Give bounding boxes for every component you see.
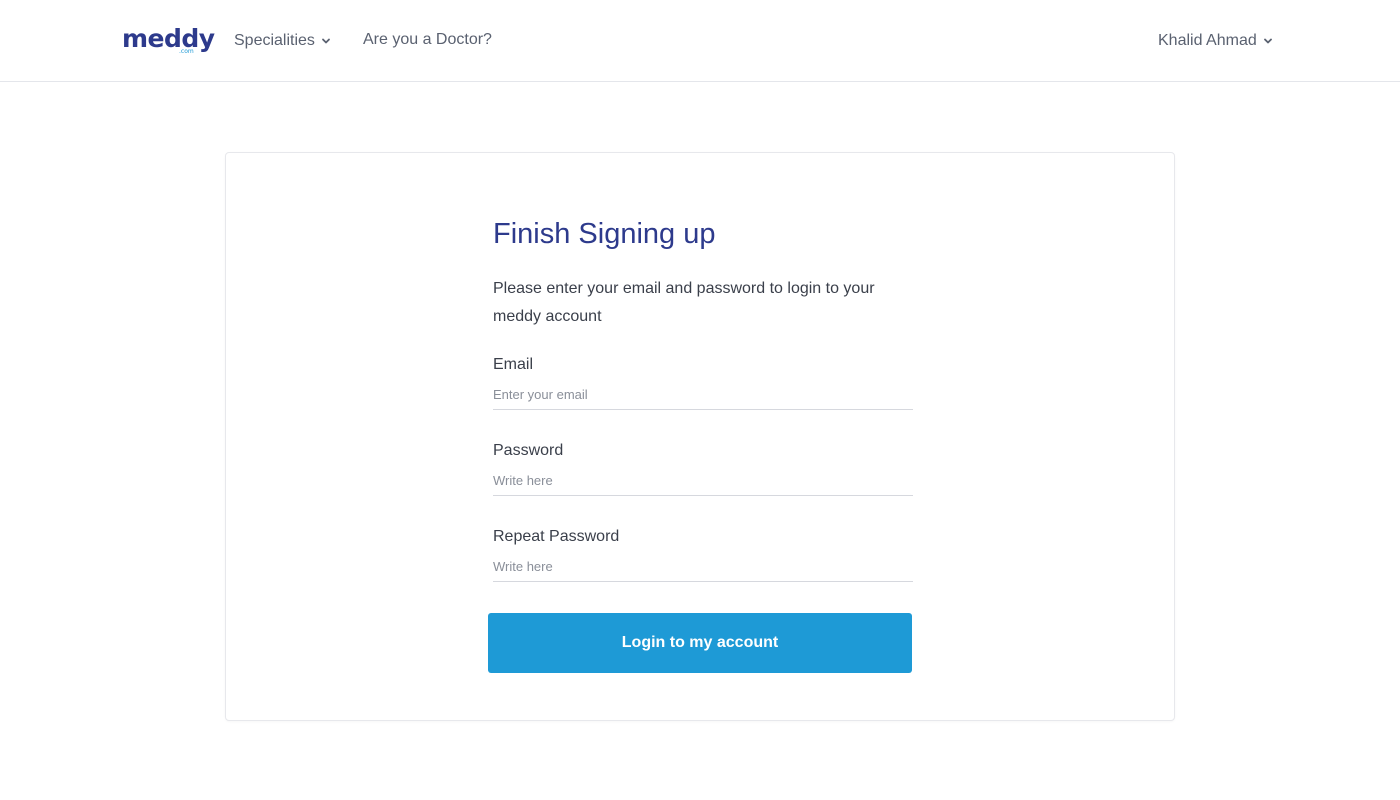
- form-instructions: Please enter your email and password to …: [493, 280, 875, 325]
- email-field[interactable]: [493, 380, 913, 410]
- logo-wordmark: meddy: [122, 24, 215, 53]
- password-label: Password: [493, 442, 564, 459]
- chevron-down-icon: [1263, 38, 1272, 44]
- specialities-dropdown[interactable]: Specialities: [234, 29, 331, 53]
- login-button[interactable]: Login to my account: [488, 613, 912, 673]
- are-you-a-doctor-link[interactable]: Are you a Doctor?: [363, 28, 492, 52]
- meddy-logo[interactable]: meddy .com: [122, 24, 215, 58]
- doctor-link-label: Are you a Doctor?: [363, 31, 492, 48]
- repeat-password-field[interactable]: [493, 552, 913, 582]
- chevron-down-icon: [322, 38, 330, 44]
- password-field[interactable]: [493, 466, 913, 496]
- user-menu-dropdown[interactable]: Khalid Ahmad: [1158, 29, 1273, 53]
- repeat-password-label: Repeat Password: [493, 528, 620, 545]
- logo-domain: .com: [179, 48, 194, 55]
- top-navbar: meddy .com Specialities Are you a Doctor…: [0, 0, 1400, 82]
- user-name: Khalid Ahmad: [1158, 32, 1257, 49]
- email-label: Email: [493, 356, 534, 373]
- page-title: Finish Signing up: [493, 218, 716, 250]
- specialities-label: Specialities: [234, 32, 315, 49]
